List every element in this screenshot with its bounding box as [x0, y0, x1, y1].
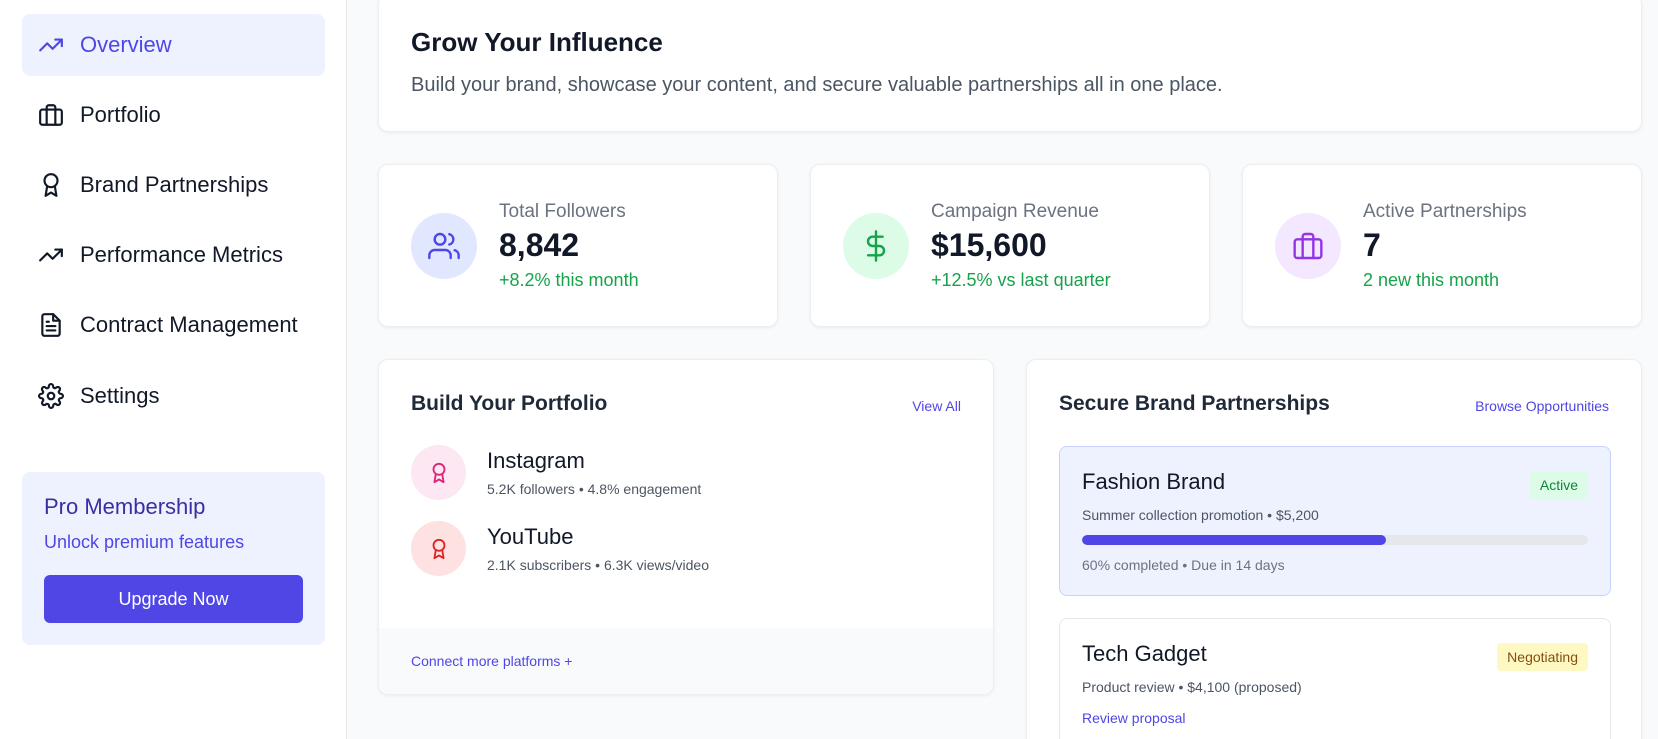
platform-item-instagram[interactable]: Instagram 5.2K followers • 4.8% engageme…	[411, 445, 701, 500]
stat-label: Active Partnerships	[1363, 200, 1527, 222]
briefcase-icon	[1275, 212, 1341, 279]
sidebar-item-label: Overview	[80, 32, 172, 57]
stat-value: $15,600	[931, 226, 1047, 263]
browse-opportunities-link[interactable]: Browse Opportunities	[1475, 398, 1609, 414]
progress-bar	[1082, 535, 1588, 545]
sidebar-item-portfolio[interactable]: Portfolio	[22, 84, 325, 146]
briefcase-icon	[38, 102, 64, 128]
status-badge: Negotiating	[1497, 643, 1588, 671]
award-icon	[411, 445, 466, 500]
sidebar-item-settings[interactable]: Settings	[22, 365, 325, 427]
sidebar-item-overview[interactable]: Overview	[22, 14, 325, 76]
stat-change: 2 new this month	[1363, 269, 1500, 290]
page-title: Grow Your Influence	[411, 27, 663, 57]
upgrade-now-button[interactable]: Upgrade Now	[44, 575, 303, 623]
stat-value: 8,842	[499, 226, 580, 263]
progress-fill	[1082, 535, 1386, 545]
sidebar-item-label: Brand Partnerships	[80, 172, 269, 197]
partnerships-title: Secure Brand Partnerships	[1059, 392, 1330, 415]
platform-stats: 2.1K subscribers • 6.3K views/video	[487, 557, 710, 573]
view-all-link[interactable]: View All	[912, 398, 961, 414]
file-text-icon	[38, 312, 64, 338]
stat-label: Total Followers	[499, 200, 626, 222]
stat-value: 7	[1363, 226, 1381, 263]
sidebar-item-label: Settings	[80, 383, 160, 408]
sidebar-item-brand-partnerships[interactable]: Brand Partnerships	[22, 154, 325, 216]
stat-card-followers: Total Followers 8,842 +8.2% this month	[378, 164, 778, 327]
pro-subtitle: Unlock premium features	[44, 532, 245, 552]
platform-stats: 5.2K followers • 4.8% engagement	[487, 481, 702, 497]
sidebar-item-label: Contract Management	[80, 312, 298, 337]
stat-card-partnerships: Active Partnerships 7 2 new this month	[1242, 164, 1642, 327]
hero-banner: Grow Your Influence Build your brand, sh…	[378, 0, 1642, 132]
platform-item-youtube[interactable]: YouTube 2.1K subscribers • 6.3K views/vi…	[411, 521, 709, 576]
award-icon	[411, 521, 466, 576]
partnerships-panel: Secure Brand Partnerships Browse Opportu…	[1026, 359, 1642, 739]
page-subtitle: Build your brand, showcase your content,…	[411, 74, 1223, 96]
portfolio-panel: Build Your Portfolio View All Instagram …	[378, 359, 994, 695]
sidebar-item-label: Performance Metrics	[80, 242, 283, 267]
stat-change: +12.5% vs last quarter	[931, 269, 1111, 290]
stat-label: Campaign Revenue	[931, 200, 1099, 222]
sidebar-item-contract-management[interactable]: Contract Management	[22, 294, 325, 356]
deal-meta: 60% completed • Due in 14 days	[1082, 557, 1285, 573]
stat-change: +8.2% this month	[499, 269, 639, 290]
deal-description: Summer collection promotion • $5,200	[1082, 507, 1319, 523]
portfolio-footer: Connect more platforms +	[379, 628, 993, 694]
sidebar-item-label: Portfolio	[80, 102, 161, 127]
dollar-icon	[843, 212, 909, 279]
connect-platforms-link[interactable]: Connect more platforms +	[411, 653, 572, 669]
portfolio-title: Build Your Portfolio	[411, 392, 608, 415]
pro-membership-box: Pro Membership Unlock premium features U…	[22, 472, 325, 645]
status-badge: Active	[1529, 471, 1588, 499]
deal-name: Fashion Brand	[1082, 469, 1226, 494]
gear-icon	[38, 383, 64, 409]
platform-name: Instagram	[487, 448, 585, 473]
platform-name: YouTube	[487, 524, 574, 549]
deal-description: Product review • $4,100 (proposed)	[1082, 679, 1302, 695]
award-icon	[38, 172, 64, 198]
sidebar-item-performance-metrics[interactable]: Performance Metrics	[22, 224, 325, 286]
trending-up-icon	[38, 32, 64, 58]
review-proposal-link[interactable]: Review proposal	[1082, 710, 1588, 726]
pro-title: Pro Membership	[44, 494, 206, 519]
deal-card-tech-gadget[interactable]: Tech Gadget Negotiating Product review •…	[1059, 618, 1611, 739]
trending-up-icon	[38, 242, 64, 268]
stat-card-revenue: Campaign Revenue $15,600 +12.5% vs last …	[810, 164, 1210, 327]
deal-card-fashion-brand[interactable]: Fashion Brand Active Summer collection p…	[1059, 446, 1611, 596]
sidebar: Overview Portfolio Brand Partnerships Pe…	[0, 0, 347, 739]
users-icon	[411, 212, 477, 279]
